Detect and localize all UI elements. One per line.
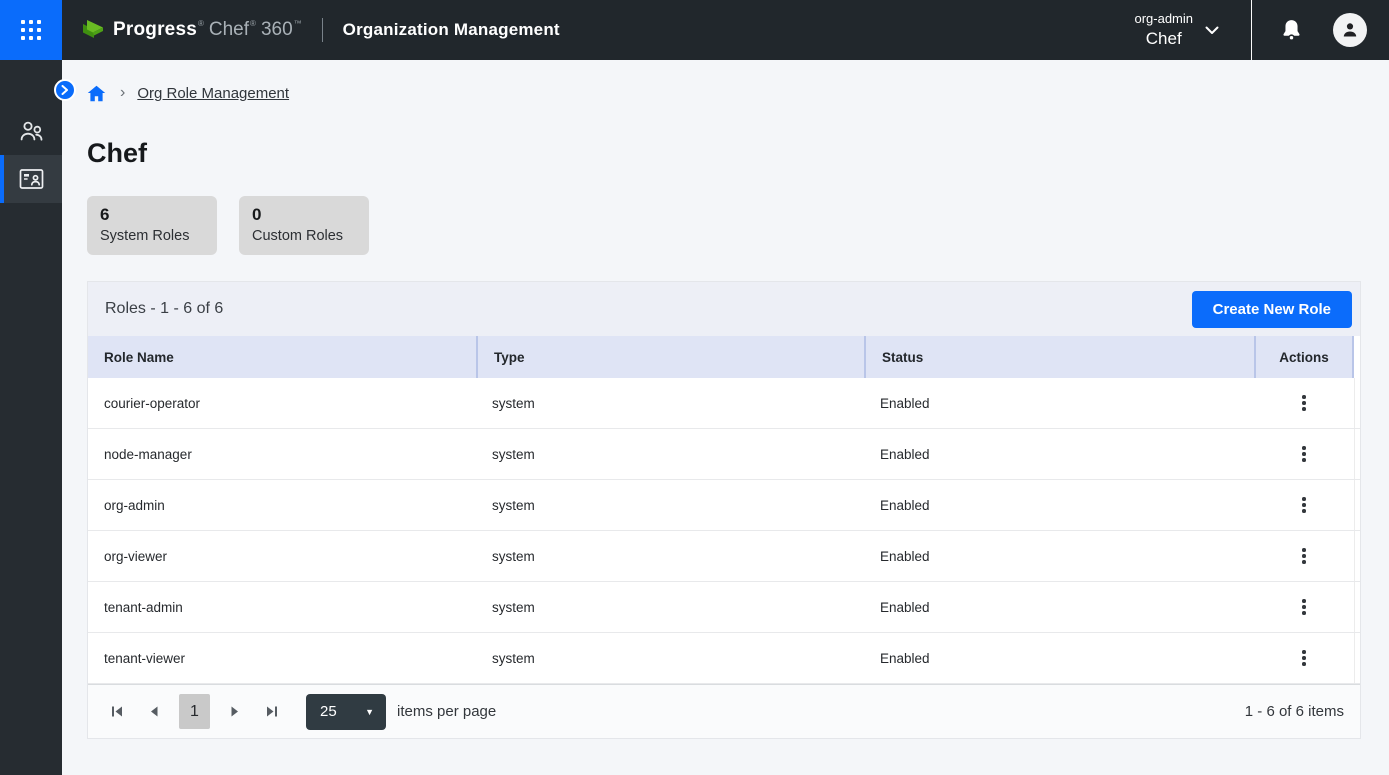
table-row: node-manager system Enabled — [88, 429, 1360, 480]
cell-type: system — [476, 633, 864, 683]
header-vertical-divider — [1251, 0, 1252, 60]
brand-progress-mark: ® — [198, 19, 204, 28]
next-page-button[interactable] — [223, 700, 247, 724]
table-header-row: Role Name Type Status Actions — [88, 336, 1360, 378]
create-new-role-button[interactable]: Create New Role — [1192, 291, 1352, 328]
system-roles-label: System Roles — [100, 228, 217, 244]
stat-cards: 6 System Roles 0 Custom Roles — [87, 196, 1389, 255]
previous-page-icon — [150, 706, 158, 717]
cell-type: system — [476, 429, 864, 479]
scrollbar-gutter — [1354, 336, 1360, 378]
app-title: Organization Management — [343, 20, 560, 40]
home-icon — [87, 85, 106, 102]
table-pagination-bar: 1 25 ▼ items per page 1 - 6 of 6 items — [88, 684, 1360, 738]
roles-table-card: Roles - 1 - 6 of 6 Create New Role Role … — [87, 281, 1361, 739]
main-content: › Org Role Management Chef 6 System Role… — [62, 60, 1389, 775]
apps-grid-icon — [21, 20, 41, 40]
bell-icon — [1280, 18, 1303, 43]
cell-type: system — [476, 531, 864, 581]
chevron-down-icon[interactable] — [1205, 26, 1219, 35]
brand-edition: 360 — [261, 19, 293, 41]
org-name-label: Chef — [1146, 29, 1182, 49]
users-icon — [18, 119, 45, 143]
cell-role-name: org-viewer — [88, 531, 476, 581]
header-divider — [322, 18, 323, 42]
table-row: org-admin system Enabled — [88, 480, 1360, 531]
breadcrumb-home-link[interactable] — [87, 85, 106, 102]
sidebar-item-org-roles[interactable] — [0, 155, 62, 203]
first-page-button[interactable] — [105, 700, 129, 724]
roles-table-toolbar: Roles - 1 - 6 of 6 Create New Role — [88, 282, 1360, 336]
table-row: tenant-admin system Enabled — [88, 582, 1360, 633]
user-menu-button[interactable] — [1333, 13, 1367, 47]
notifications-button[interactable] — [1280, 18, 1303, 43]
breadcrumb-current-link[interactable]: Org Role Management — [137, 85, 289, 102]
cell-type: system — [476, 582, 864, 632]
cell-status: Enabled — [864, 378, 1254, 428]
org-switcher[interactable]: org-admin Chef — [1134, 11, 1193, 49]
table-row: tenant-viewer system Enabled — [88, 633, 1360, 684]
cell-status: Enabled — [864, 633, 1254, 683]
table-row: org-viewer system Enabled — [88, 531, 1360, 582]
user-avatar-icon — [1341, 21, 1359, 39]
cell-type: system — [476, 378, 864, 428]
row-actions-menu-button[interactable] — [1294, 645, 1314, 671]
page-size-select[interactable]: 25 ▼ — [306, 694, 386, 730]
cell-status: Enabled — [864, 582, 1254, 632]
top-header: Progress® Chef® 360™ Organization Manage… — [0, 0, 1389, 60]
breadcrumb-separator-icon: › — [120, 84, 125, 102]
org-role-label: org-admin — [1134, 11, 1193, 26]
table-row: courier-operator system Enabled — [88, 378, 1360, 429]
role-badge-icon — [19, 168, 44, 190]
breadcrumb: › Org Role Management — [87, 80, 1389, 106]
brand-progress: Progress — [113, 19, 197, 41]
left-sidebar — [0, 60, 62, 775]
custom-roles-card: 0 Custom Roles — [239, 196, 369, 255]
row-actions-menu-button[interactable] — [1294, 390, 1314, 416]
row-actions-menu-button[interactable] — [1294, 594, 1314, 620]
previous-page-button[interactable] — [142, 700, 166, 724]
cell-role-name: courier-operator — [88, 378, 476, 428]
cell-status: Enabled — [864, 531, 1254, 581]
column-header-role-name: Role Name — [88, 336, 476, 378]
custom-roles-label: Custom Roles — [252, 228, 369, 244]
roles-table-title: Roles - 1 - 6 of 6 — [105, 300, 223, 318]
column-header-type: Type — [476, 336, 864, 378]
select-caret-icon: ▼ — [365, 707, 374, 717]
system-roles-card: 6 System Roles — [87, 196, 217, 255]
row-actions-menu-button[interactable] — [1294, 441, 1314, 467]
brand-product: Chef — [209, 19, 249, 41]
cell-status: Enabled — [864, 429, 1254, 479]
chevron-right-icon — [61, 85, 69, 95]
column-header-status: Status — [864, 336, 1254, 378]
pagination-range-label: 1 - 6 of 6 items — [1245, 703, 1344, 720]
sidebar-expand-button[interactable] — [54, 79, 76, 101]
last-page-button[interactable] — [260, 700, 284, 724]
row-actions-menu-button[interactable] — [1294, 543, 1314, 569]
brand-product-mark: ® — [250, 19, 256, 28]
cell-type: system — [476, 480, 864, 530]
progress-logo-icon — [80, 17, 106, 43]
cell-role-name: node-manager — [88, 429, 476, 479]
column-header-actions: Actions — [1254, 336, 1354, 378]
page-title: Chef — [87, 138, 1389, 169]
table-body: courier-operator system Enabled node-man… — [88, 378, 1360, 684]
items-per-page-label: items per page — [397, 703, 496, 720]
cell-role-name: tenant-viewer — [88, 633, 476, 683]
app-launcher-button[interactable] — [0, 0, 62, 60]
row-actions-menu-button[interactable] — [1294, 492, 1314, 518]
page-size-value: 25 — [320, 703, 337, 720]
cell-role-name: org-admin — [88, 480, 476, 530]
last-page-icon — [266, 706, 278, 717]
current-page-button[interactable]: 1 — [179, 694, 210, 729]
cell-role-name: tenant-admin — [88, 582, 476, 632]
brand-edition-mark: ™ — [294, 19, 302, 28]
next-page-icon — [231, 706, 239, 717]
cell-status: Enabled — [864, 480, 1254, 530]
custom-roles-count: 0 — [252, 205, 369, 225]
brand-logo-lockup: Progress® Chef® 360™ — [80, 17, 302, 43]
first-page-icon — [111, 706, 123, 717]
system-roles-count: 6 — [100, 205, 217, 225]
sidebar-item-users[interactable] — [0, 107, 62, 155]
